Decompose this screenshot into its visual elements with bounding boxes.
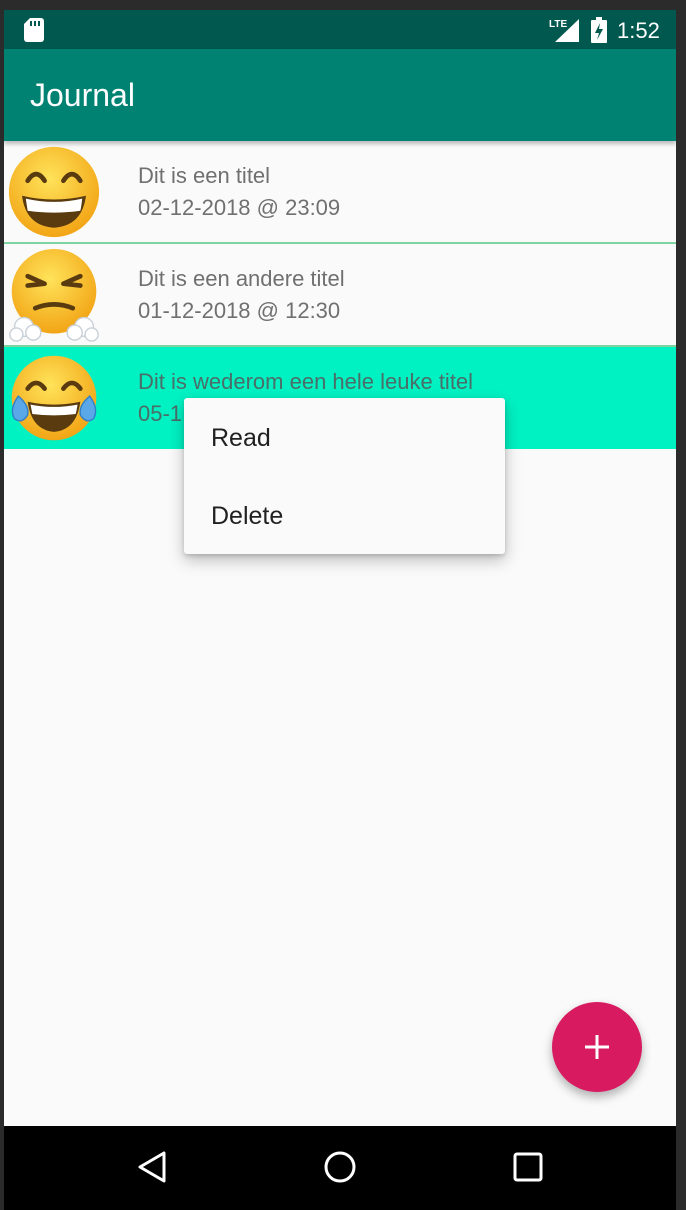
device-screen: LTE 1:52 Journal Dit is een titel 02-12-… [4,10,676,1210]
entry-date: 05-1 [138,401,183,426]
tears-of-joy-face-icon [11,355,97,441]
list-item[interactable]: Dit is een andere titel 01-12-2018 @ 12:… [4,244,676,347]
plus-icon [585,1035,609,1059]
back-triangle-icon[interactable] [136,1150,168,1184]
page-title: Journal [30,77,135,113]
add-entry-button[interactable] [552,1002,642,1092]
entry-title: Dit is een andere titel [138,266,345,291]
status-bar: LTE 1:52 [4,10,676,49]
grinning-face-icon [8,146,100,238]
entry-title: Dit is een titel [138,163,271,188]
home-circle-icon[interactable] [323,1150,357,1184]
menu-item-label: Read [211,424,271,452]
menu-item-read[interactable]: Read [184,398,505,476]
recents-square-icon[interactable] [512,1150,544,1184]
app-bar: Journal [4,49,676,141]
entry-title: Dit is wederom een hele leuke titel [138,369,474,394]
menu-item-delete[interactable]: Delete [184,476,505,554]
entry-date: 02-12-2018 @ 23:09 [138,195,341,220]
angry-steam-face-icon [9,248,99,342]
lte-signal-icon: LTE [549,19,579,42]
sd-card-icon [24,18,44,42]
navigation-bar [4,1126,676,1210]
entry-date: 01-12-2018 @ 12:30 [138,298,341,323]
status-time: 1:52 [617,18,660,43]
lte-label: LTE [549,19,567,30]
list-item[interactable]: Dit is een titel 02-12-2018 @ 23:09 [4,141,676,244]
menu-item-label: Delete [211,502,284,530]
context-menu: Read Delete [184,398,505,554]
battery-charging-icon [591,17,607,43]
